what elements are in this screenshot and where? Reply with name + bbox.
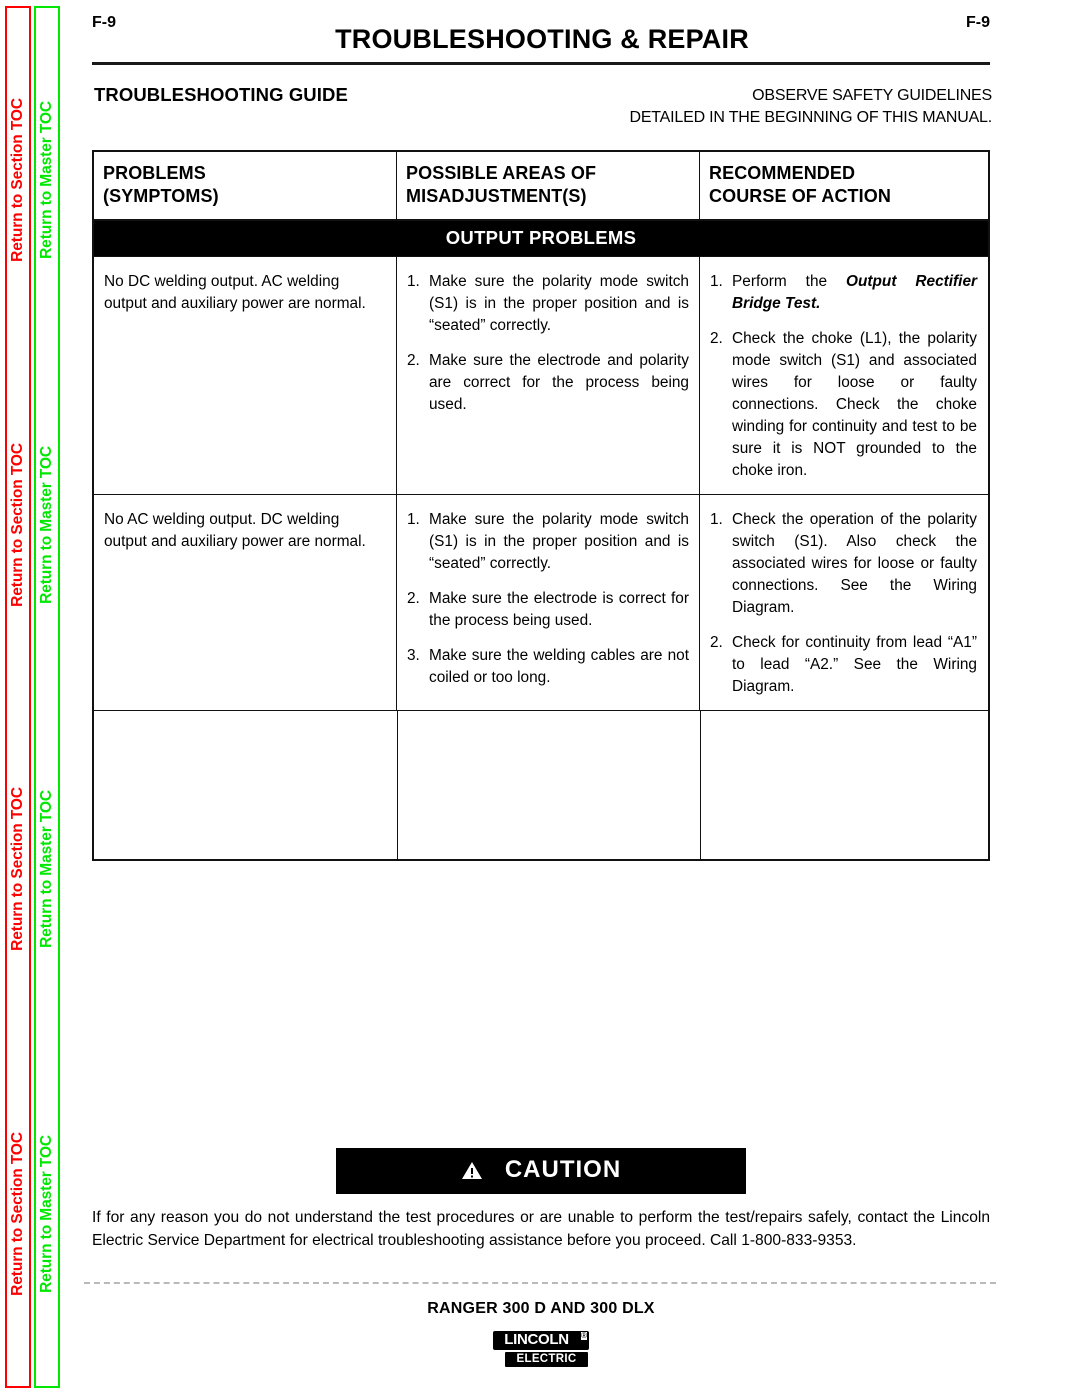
symptom-text: No AC welding output. DC welding output … <box>104 510 366 550</box>
list-item-number: 2. <box>710 633 723 651</box>
list-item: 1. Make sure the polarity mode switch (S… <box>407 509 689 575</box>
table-empty-row <box>94 709 988 859</box>
table-header-row: PROBLEMS (SYMPTOMS) POSSIBLE AREAS OF MI… <box>94 152 988 221</box>
column-header-misadjustments-line1: POSSIBLE AREAS OF <box>406 163 597 183</box>
return-to-section-toc-link[interactable]: Return to Section TOC <box>9 443 26 607</box>
section-toc-column[interactable]: Return to Section TOC Return to Section … <box>5 6 31 1388</box>
page-header: F-9 F-9 TROUBLESHOOTING & REPAIR <box>92 0 992 62</box>
column-header-problems: PROBLEMS (SYMPTOMS) <box>94 152 397 219</box>
list-item-text: Check the choke (L1), the polarity mode … <box>732 329 977 479</box>
list-item-number: 1. <box>710 272 723 290</box>
list-item-text-plain: Perform the <box>732 272 847 290</box>
misadjustment-cell: 1. Make sure the polarity mode switch (S… <box>397 494 700 710</box>
column-header-recommended-action: RECOMMENDED COURSE OF ACTION <box>700 152 987 219</box>
caution-label: CAUTION <box>504 1156 622 1183</box>
symptom-cell: No AC welding output. DC welding output … <box>94 494 397 710</box>
safety-note-line1: OBSERVE SAFETY GUIDELINES <box>752 87 992 104</box>
misadjustment-list: 1. Make sure the polarity mode switch (S… <box>407 509 689 689</box>
misadjustment-cell: 1. Make sure the polarity mode switch (S… <box>397 256 700 494</box>
lincoln-electric-logo: LINCOLN ® ELECTRIC <box>493 1331 589 1368</box>
return-to-master-toc-link[interactable]: Return to Master TOC <box>38 101 55 259</box>
list-item-number: 1. <box>407 510 420 528</box>
column-header-problems-line2: (SYMPTOMS) <box>103 185 219 206</box>
list-item-text: Make sure the polarity mode switch (S1) … <box>429 510 689 572</box>
return-to-master-toc-link[interactable]: Return to Master TOC <box>38 790 55 948</box>
list-item-text: Perform the Output Rectifier Bridge Test… <box>732 271 977 315</box>
column-header-misadjustments: POSSIBLE AREAS OF MISADJUSTMENT(S) <box>397 152 700 219</box>
recommended-action-cell: 1. Check the operation of the polarity s… <box>700 495 987 710</box>
list-item-text: Make sure the electrode and polarity are… <box>429 351 689 413</box>
list-item: 2. Make sure the electrode is correct fo… <box>407 588 689 632</box>
brand-logo-wrap: LINCOLN ® ELECTRIC <box>92 1331 990 1368</box>
empty-cell <box>398 710 702 859</box>
list-item: 2. Make sure the electrode and polarity … <box>407 350 689 416</box>
warning-triangle-icon <box>461 1161 483 1180</box>
list-item-number: 2. <box>407 589 420 607</box>
list-item-number: 2. <box>407 351 420 369</box>
guide-heading-band: TROUBLESHOOTING GUIDE OBSERVE SAFETY GUI… <box>92 82 992 137</box>
misadjustment-list: 1. Make sure the polarity mode switch (S… <box>407 271 689 416</box>
footer-divider <box>84 1282 996 1284</box>
logo-electric-text: ELECTRIC <box>504 1350 589 1368</box>
return-to-section-toc-link[interactable]: Return to Section TOC <box>9 787 26 951</box>
list-item-text: Make sure the welding cables are not coi… <box>429 646 689 686</box>
logo-lincoln-text: LINCOLN <box>493 1331 589 1350</box>
column-header-recommended-action-line2: COURSE OF ACTION <box>709 185 891 206</box>
list-item-text: Check the operation of the polarity swit… <box>732 510 977 616</box>
list-item-text: Make sure the polarity mode switch (S1) … <box>429 272 689 334</box>
troubleshooting-table: PROBLEMS (SYMPTOMS) POSSIBLE AREAS OF MI… <box>92 150 990 861</box>
symptom-text: No DC welding output. AC welding output … <box>104 272 366 312</box>
list-item-number: 2. <box>710 329 723 347</box>
list-item: 2. Check the choke (L1), the polarity mo… <box>710 328 977 482</box>
footer-model-name: RANGER 300 D AND 300 DLX <box>427 1300 655 1317</box>
column-header-problems-line1: PROBLEMS <box>103 163 206 183</box>
list-item-text: Check for continuity from lead “A1” to l… <box>732 633 977 695</box>
list-item: 2. Check for continuity from lead “A1” t… <box>710 632 977 698</box>
list-item-number: 1. <box>710 510 723 528</box>
symptom-cell: No DC welding output. AC welding output … <box>94 256 397 494</box>
empty-cell <box>94 710 398 859</box>
table-row: No AC welding output. DC welding output … <box>94 493 988 710</box>
caution-body-text: If for any reason you do not understand … <box>92 1209 990 1249</box>
safety-note-line2: DETAILED IN THE BEGINNING OF THIS MANUAL… <box>629 108 992 126</box>
caution-block: CAUTION If for any reason you do not und… <box>92 1148 990 1252</box>
list-item-number: 3. <box>407 646 420 664</box>
return-to-section-toc-link[interactable]: Return to Section TOC <box>9 98 26 262</box>
column-header-recommended-action-line1: RECOMMENDED <box>709 163 856 183</box>
column-header-misadjustments-line2: MISADJUSTMENT(S) <box>406 185 587 206</box>
return-to-section-toc-link[interactable]: Return to Section TOC <box>9 1132 26 1296</box>
safety-guidelines-note: OBSERVE SAFETY GUIDELINES DETAILED IN TH… <box>472 85 992 128</box>
list-item: 1. Check the operation of the polarity s… <box>710 509 977 619</box>
table-row: No DC welding output. AC welding output … <box>94 255 988 494</box>
master-toc-column[interactable]: Return to Master TOC Return to Master TO… <box>34 6 60 1388</box>
registered-trademark-icon: ® <box>581 1331 587 1340</box>
caution-banner: CAUTION <box>336 1148 746 1194</box>
return-to-master-toc-link[interactable]: Return to Master TOC <box>38 446 55 604</box>
title-divider <box>92 62 990 65</box>
list-item-text: Make sure the electrode is correct for t… <box>429 589 689 629</box>
list-item: 3. Make sure the welding cables are not … <box>407 645 689 689</box>
list-item: 1. Perform the Output Rectifier Bridge T… <box>710 271 977 315</box>
page-content: F-9 F-9 TROUBLESHOOTING & REPAIR TROUBLE… <box>84 0 996 1397</box>
recommended-action-list: 1. Perform the Output Rectifier Bridge T… <box>710 271 977 482</box>
toc-navigation-rail: Return to Section TOC Return to Section … <box>0 6 80 1388</box>
recommended-action-cell: 1. Perform the Output Rectifier Bridge T… <box>700 257 987 494</box>
section-band-output-problems: OUTPUT PROBLEMS <box>94 220 988 256</box>
return-to-master-toc-link[interactable]: Return to Master TOC <box>38 1135 55 1293</box>
recommended-action-list: 1. Check the operation of the polarity s… <box>710 509 977 698</box>
list-item-number: 1. <box>407 272 420 290</box>
list-item: 1. Make sure the polarity mode switch (S… <box>407 271 689 337</box>
page-title: TROUBLESHOOTING & REPAIR <box>335 24 749 54</box>
troubleshooting-guide-heading: TROUBLESHOOTING GUIDE <box>94 84 348 105</box>
empty-cell <box>701 711 988 859</box>
